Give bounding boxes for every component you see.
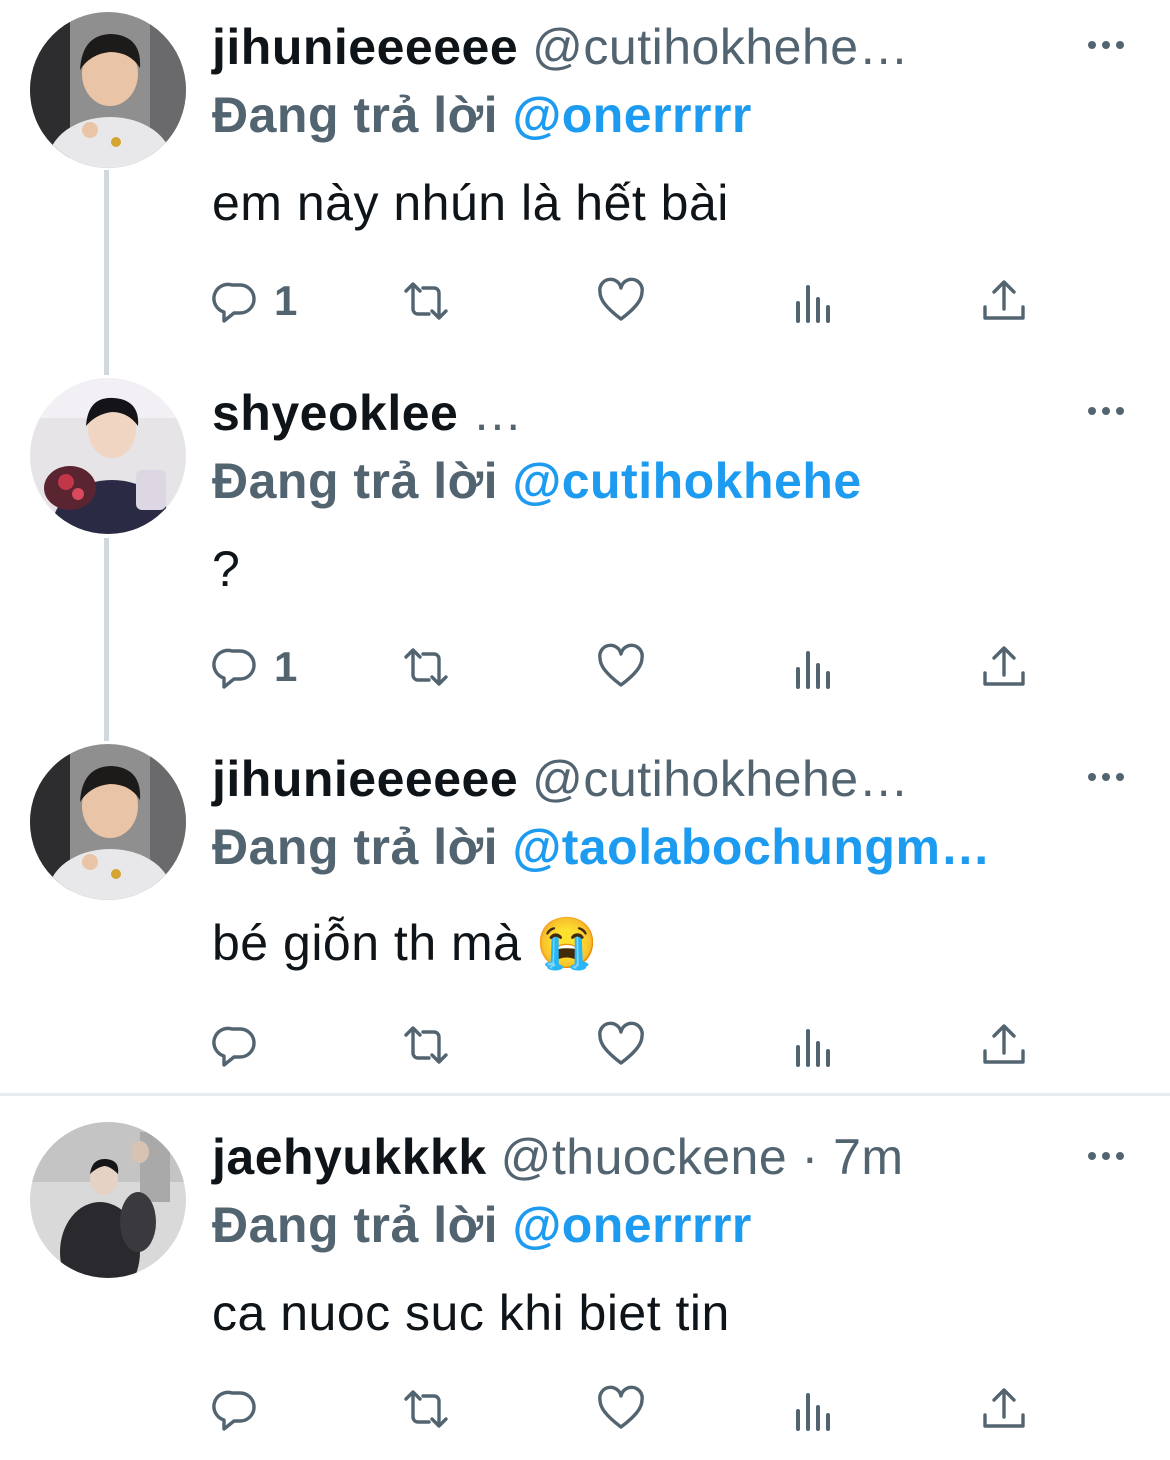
thread-connector [104, 170, 109, 375]
retweet-button[interactable] [402, 276, 450, 326]
reply-button[interactable]: 1 [212, 642, 297, 692]
share-button[interactable] [980, 642, 1028, 692]
heart-icon [598, 277, 644, 321]
retweet-button[interactable] [402, 1384, 450, 1434]
display-name[interactable]: jaehyukkkk [212, 1129, 487, 1185]
avatar[interactable] [30, 12, 186, 168]
replying-to: Đang trả lời @taolabochungm… [212, 818, 1170, 876]
reply-icon [212, 1390, 256, 1431]
avatar[interactable] [30, 744, 186, 900]
avatar[interactable] [30, 1122, 186, 1278]
analytics-icon [796, 1393, 830, 1431]
like-button[interactable] [597, 1384, 645, 1434]
like-button[interactable] [597, 276, 645, 326]
retweet-icon [404, 282, 448, 320]
reply-button[interactable] [212, 1020, 274, 1070]
share-button[interactable] [980, 1020, 1028, 1070]
replying-to-label: Đang trả lời [212, 453, 499, 509]
analytics-icon [796, 1029, 830, 1067]
views-button[interactable] [790, 642, 838, 692]
tweet-divider [0, 1093, 1170, 1096]
tweet-text: ? [212, 541, 241, 597]
retweet-button[interactable] [402, 1020, 450, 1070]
reply-icon [212, 648, 256, 689]
more-icon[interactable] [1086, 38, 1126, 52]
retweet-icon [404, 1390, 448, 1428]
reply-count: 1 [274, 277, 298, 324]
views-button[interactable] [790, 276, 838, 326]
tweet-text: ca nuoc suc khi biet tin [212, 1285, 730, 1341]
retweet-icon [404, 1026, 448, 1064]
more-icon[interactable] [1086, 404, 1126, 418]
reply-mention-link[interactable]: @onerrrrr [512, 1197, 751, 1253]
reply-mention-link[interactable]: @taolabochungm… [512, 819, 990, 875]
views-button[interactable] [790, 1020, 838, 1070]
analytics-icon [796, 651, 830, 689]
user-handle[interactable]: @thuockene · 7m [501, 1129, 904, 1185]
reply-icon [212, 282, 256, 323]
share-icon [983, 1024, 1025, 1064]
more-icon[interactable] [1086, 1149, 1126, 1163]
display-name[interactable]: jihunieeeeee [212, 19, 518, 75]
views-button[interactable] [790, 1384, 838, 1434]
share-button[interactable] [980, 1384, 1028, 1434]
heart-icon [598, 1385, 644, 1429]
user-handle[interactable]: @cutihokhehe… [532, 19, 909, 75]
thread-connector [104, 538, 109, 741]
display-name[interactable]: shyeoklee [212, 385, 458, 441]
user-handle[interactable]: @cutihokhehe… [532, 751, 909, 807]
heart-icon [598, 643, 644, 687]
replying-to-label: Đang trả lời [212, 1197, 499, 1253]
share-icon [983, 1388, 1025, 1428]
replying-to-label: Đang trả lời [212, 87, 499, 143]
display-name[interactable]: jihunieeeeee [212, 751, 518, 807]
reply-button[interactable]: 1 [212, 276, 297, 326]
replying-to: Đang trả lời @onerrrrr [212, 1196, 1170, 1254]
share-button[interactable] [980, 276, 1028, 326]
share-icon [983, 280, 1025, 320]
reply-button[interactable] [212, 1384, 274, 1434]
replying-to: Đang trả lời @onerrrrr [212, 86, 1170, 144]
more-icon[interactable] [1086, 770, 1126, 784]
reply-icon [212, 1026, 256, 1067]
user-handle[interactable]: … [472, 385, 523, 441]
reply-mention-link[interactable]: @cutihokhehe [512, 453, 861, 509]
analytics-icon [796, 285, 830, 323]
like-button[interactable] [597, 642, 645, 692]
retweet-button[interactable] [402, 642, 450, 692]
reply-mention-link[interactable]: @onerrrrr [512, 87, 751, 143]
retweet-icon [404, 648, 448, 686]
replying-to-label: Đang trả lời [212, 819, 499, 875]
replying-to: Đang trả lời @cutihokhehe [212, 452, 1170, 510]
heart-icon [598, 1021, 644, 1065]
like-button[interactable] [597, 1020, 645, 1070]
avatar[interactable] [30, 378, 186, 534]
share-icon [983, 646, 1025, 686]
reply-count: 1 [274, 643, 298, 690]
tweet-text: em này nhún là hết bài [212, 175, 729, 231]
tweet-text: bé giỗn th mà 😭 [212, 915, 599, 971]
